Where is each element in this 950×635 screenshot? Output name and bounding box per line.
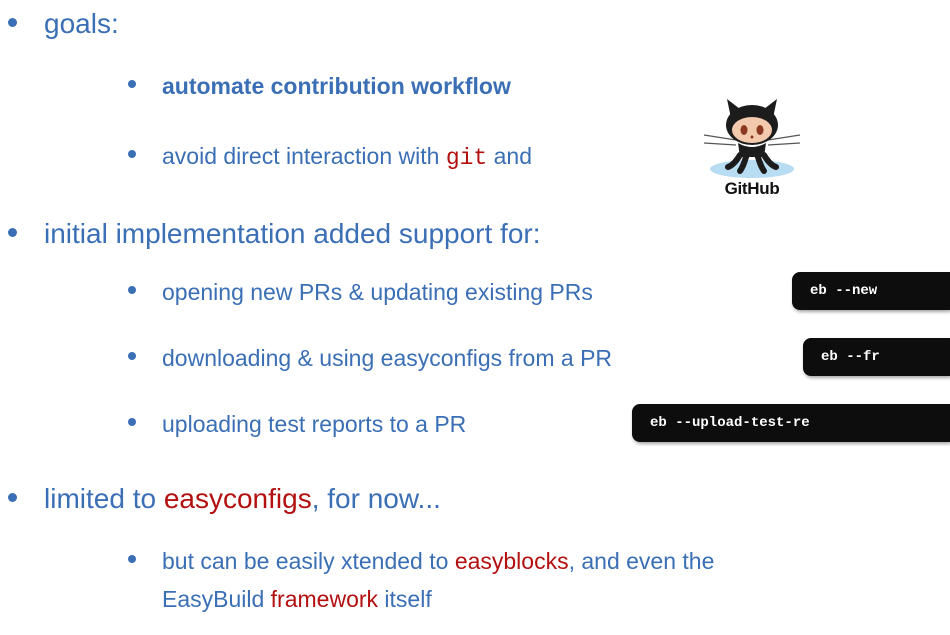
- easyconfigs-highlight: easyconfigs: [163, 483, 312, 514]
- item-upload-reports: uploading test reports to a PR: [128, 411, 467, 438]
- command-from-pr: eb --fr: [803, 338, 950, 376]
- github-wordmark: GitHub: [724, 179, 780, 198]
- bullet-dot: [128, 555, 136, 563]
- goal-automate: automate contribution workflow: [128, 73, 511, 100]
- octocat-icon: [703, 99, 801, 178]
- item-open-prs-text: opening new PRs & updating existing PRs: [162, 279, 593, 305]
- initial-label: initial implementation added support for…: [44, 218, 541, 249]
- item-download-prs-text: downloading & using easyconfigs from a P…: [162, 345, 613, 371]
- bullet-dot: [128, 352, 136, 360]
- bullet-goals: goals:: [8, 8, 119, 40]
- bullet-dot: [8, 18, 17, 27]
- easyblocks-highlight: easyblocks: [454, 548, 569, 574]
- extend-text-1: but can be easily xtended to: [162, 548, 455, 574]
- git-code: git: [445, 145, 488, 171]
- framework-highlight: framework: [270, 586, 379, 612]
- item-open-prs: opening new PRs & updating existing PRs: [128, 279, 593, 306]
- item-download-prs: downloading & using easyconfigs from a P…: [128, 345, 613, 372]
- bullet-dot: [128, 80, 136, 88]
- bullet-dot: [128, 286, 136, 294]
- goal-avoid-git: avoid direct interaction with git and: [128, 143, 532, 171]
- limited-text: limited to: [44, 483, 164, 514]
- bullet-dot: [8, 228, 17, 237]
- extend-text-2: , and even the: [568, 548, 715, 574]
- item-extend: but can be easily xtended to easyblocks,…: [128, 548, 715, 575]
- goals-label: goals:: [44, 8, 119, 39]
- goal-avoid-text: avoid direct interaction with: [162, 143, 446, 169]
- extend-text-3: EasyBuild: [162, 586, 271, 612]
- extend-text-4: itself: [378, 586, 432, 612]
- bullet-dot: [128, 150, 136, 158]
- command-new-pr: eb --new: [792, 272, 950, 310]
- item-upload-reports-text: uploading test reports to a PR: [162, 411, 467, 437]
- bullet-limited: limited to easyconfigs, for now...: [8, 483, 441, 515]
- goal-avoid-and: and: [487, 143, 532, 169]
- github-logo: GitHub: [700, 85, 804, 203]
- goal-automate-text: automate contribution workflow: [162, 73, 511, 99]
- bullet-dot: [8, 493, 17, 502]
- item-extend-continued: EasyBuild framework itself: [162, 586, 432, 613]
- command-upload-test-report: eb --upload-test-re: [632, 404, 950, 442]
- bullet-dot: [128, 418, 136, 426]
- bullet-initial: initial implementation added support for…: [8, 218, 541, 250]
- limited-text-after: , for now...: [311, 483, 441, 514]
